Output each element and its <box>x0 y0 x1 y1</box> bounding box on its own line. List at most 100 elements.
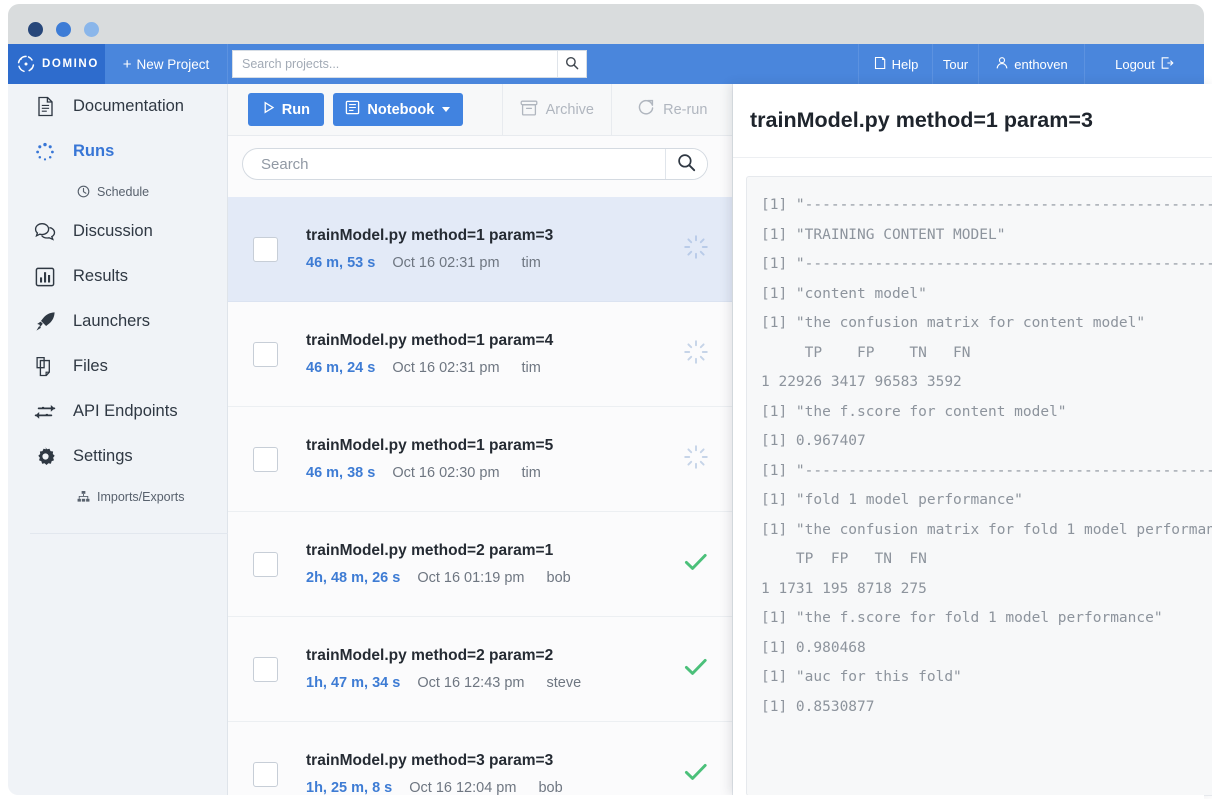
rerun-button[interactable]: Re-run <box>610 84 732 136</box>
domino-logo[interactable]: DOMINO <box>8 44 105 84</box>
console-line: [1] "the f.score for fold 1 model perfor… <box>761 610 1163 626</box>
run-date: Oct 16 12:43 pm <box>417 675 525 691</box>
run-detail-panel: trainModel.py method=1 param=3 [1] "----… <box>733 84 1212 796</box>
status-badge <box>660 762 732 787</box>
run-date: Oct 16 12:04 pm <box>409 780 517 795</box>
username-label: enthoven <box>1014 56 1068 72</box>
sidebar-item-runs[interactable]: Runs <box>8 129 227 174</box>
project-search-button[interactable] <box>557 51 586 77</box>
row-checkbox[interactable] <box>253 236 278 262</box>
run-title: trainModel.py method=2 param=2 <box>306 647 554 664</box>
run-duration: 46 m, 24 s <box>306 360 376 376</box>
app-top-navigation: DOMINO + New Project Help Tour enthoven … <box>8 44 1204 84</box>
archive-button[interactable]: Archive <box>502 84 611 136</box>
row-checkbox[interactable] <box>253 761 278 787</box>
archive-box-icon <box>520 100 538 120</box>
row-content: trainModel.py method=3 param=3 1h, 25 m,… <box>306 752 660 795</box>
window-titlebar <box>8 4 1204 44</box>
row-content: trainModel.py method=1 param=5 46 m, 38 … <box>306 437 660 481</box>
help-book-icon <box>873 56 887 73</box>
sidebar-item-label: API Endpoints <box>73 402 178 420</box>
table-row[interactable]: trainModel.py method=2 param=1 2h, 48 m,… <box>228 512 732 617</box>
help-label: Help <box>891 56 919 72</box>
tour-button[interactable]: Tour <box>932 44 978 84</box>
close-window-button[interactable] <box>28 22 43 37</box>
window-bottom-edge <box>8 795 1204 799</box>
console-line: [1] "TRAINING CONTENT MODEL" <box>761 226 1006 243</box>
table-row[interactable]: trainModel.py method=3 param=3 1h, 25 m,… <box>228 722 732 795</box>
sidebar-divider <box>30 533 228 534</box>
table-row[interactable]: trainModel.py method=2 param=2 1h, 47 m,… <box>228 617 732 722</box>
notebook-button-label: Notebook <box>367 101 435 118</box>
sidebar-item-api-endpoints[interactable]: API Endpoints <box>8 389 227 434</box>
console-line: [1] "content model" <box>761 285 927 302</box>
run-duration: 2h, 48 m, 26 s <box>306 570 401 586</box>
sidebar-item-label: Files <box>73 357 108 375</box>
project-search-input[interactable] <box>233 51 557 77</box>
sidebar-subitem-schedule[interactable]: Schedule <box>8 174 227 209</box>
minimize-window-button[interactable] <box>56 22 71 37</box>
runs-list: trainModel.py method=1 param=3 46 m, 53 … <box>228 197 732 795</box>
run-meta: 1h, 25 m, 8 s Oct 16 12:04 pm bob <box>306 780 660 795</box>
console-output[interactable]: [1] "-----------------------------------… <box>746 176 1212 796</box>
run-meta: 46 m, 53 s Oct 16 02:31 pm tim <box>306 255 660 271</box>
run-user: tim <box>521 360 541 376</box>
checkmark-icon <box>684 552 708 577</box>
console-line: 1 22926 3417 96583 3592 <box>761 374 962 390</box>
table-row[interactable]: trainModel.py method=1 param=4 46 m, 24 … <box>228 302 732 407</box>
run-user: steve <box>546 675 582 691</box>
sidebar-item-label: Documentation <box>73 97 184 115</box>
maximize-window-button[interactable] <box>84 22 99 37</box>
console-line: TP FP TN FN <box>761 344 971 361</box>
sidebar-subitem-label: Schedule <box>97 184 150 199</box>
logout-button[interactable]: Logout <box>1084 44 1204 84</box>
spinner-icon <box>683 339 709 370</box>
table-row[interactable]: trainModel.py method=1 param=5 46 m, 38 … <box>228 407 732 512</box>
row-checkbox[interactable] <box>253 656 278 682</box>
user-menu-button[interactable]: enthoven <box>978 44 1084 84</box>
row-content: trainModel.py method=2 param=2 1h, 47 m,… <box>306 647 660 691</box>
run-meta: 2h, 48 m, 26 s Oct 16 01:19 pm bob <box>306 570 660 586</box>
files-copy-icon <box>34 356 56 378</box>
table-row[interactable]: trainModel.py method=1 param=3 46 m, 53 … <box>228 197 732 302</box>
run-button[interactable]: Run <box>248 93 324 126</box>
console-line: [1] "the confusion matrix for fold 1 mod… <box>761 521 1212 538</box>
console-line: [1] "the f.score for content model" <box>761 403 1067 420</box>
sidebar-item-documentation[interactable]: Documentation <box>8 84 227 129</box>
sidebar-item-label: Runs <box>73 142 115 160</box>
row-checkbox[interactable] <box>253 446 278 472</box>
sidebar-item-results[interactable]: Results <box>8 254 227 299</box>
run-user: bob <box>546 570 571 586</box>
console-line: [1] "auc for this fold" <box>761 669 962 685</box>
notebook-dropdown-button[interactable]: Notebook <box>332 93 464 126</box>
new-project-button[interactable]: + New Project <box>105 44 228 84</box>
console-line: [1] 0.8530877 <box>761 698 875 715</box>
runs-search-button[interactable] <box>665 149 707 179</box>
runs-search-input[interactable] <box>243 149 665 179</box>
sidebar-item-launchers[interactable]: Launchers <box>8 299 227 344</box>
play-triangle-icon <box>262 101 275 118</box>
row-checkbox[interactable] <box>253 341 278 367</box>
sitemap-icon <box>77 490 90 503</box>
logout-arrow-icon <box>1160 56 1174 73</box>
archive-button-label: Archive <box>545 101 594 118</box>
arrows-exchange-icon <box>34 401 56 423</box>
run-duration: 1h, 47 m, 34 s <box>306 675 401 691</box>
logout-label: Logout <box>1115 56 1155 72</box>
runs-spinner-icon <box>34 141 56 163</box>
sidebar-subitem-imports-exports[interactable]: Imports/Exports <box>8 479 227 514</box>
help-button[interactable]: Help <box>858 44 932 84</box>
row-checkbox[interactable] <box>253 551 278 577</box>
sidebar-item-files[interactable]: Files <box>8 344 227 389</box>
sidebar-item-settings[interactable]: Settings <box>8 434 227 479</box>
domino-logo-text: DOMINO <box>42 58 99 70</box>
chat-bubbles-icon <box>34 221 56 243</box>
console-line: [1] "fold 1 model performance" <box>761 492 1023 508</box>
run-duration: 1h, 25 m, 8 s <box>306 780 393 795</box>
sidebar-item-discussion[interactable]: Discussion <box>8 209 227 254</box>
notebook-list-icon <box>345 100 360 119</box>
run-button-label: Run <box>281 101 310 118</box>
sidebar-item-label: Results <box>73 267 129 285</box>
console-line: [1] "-----------------------------------… <box>761 197 1212 213</box>
clock-icon <box>77 185 90 198</box>
